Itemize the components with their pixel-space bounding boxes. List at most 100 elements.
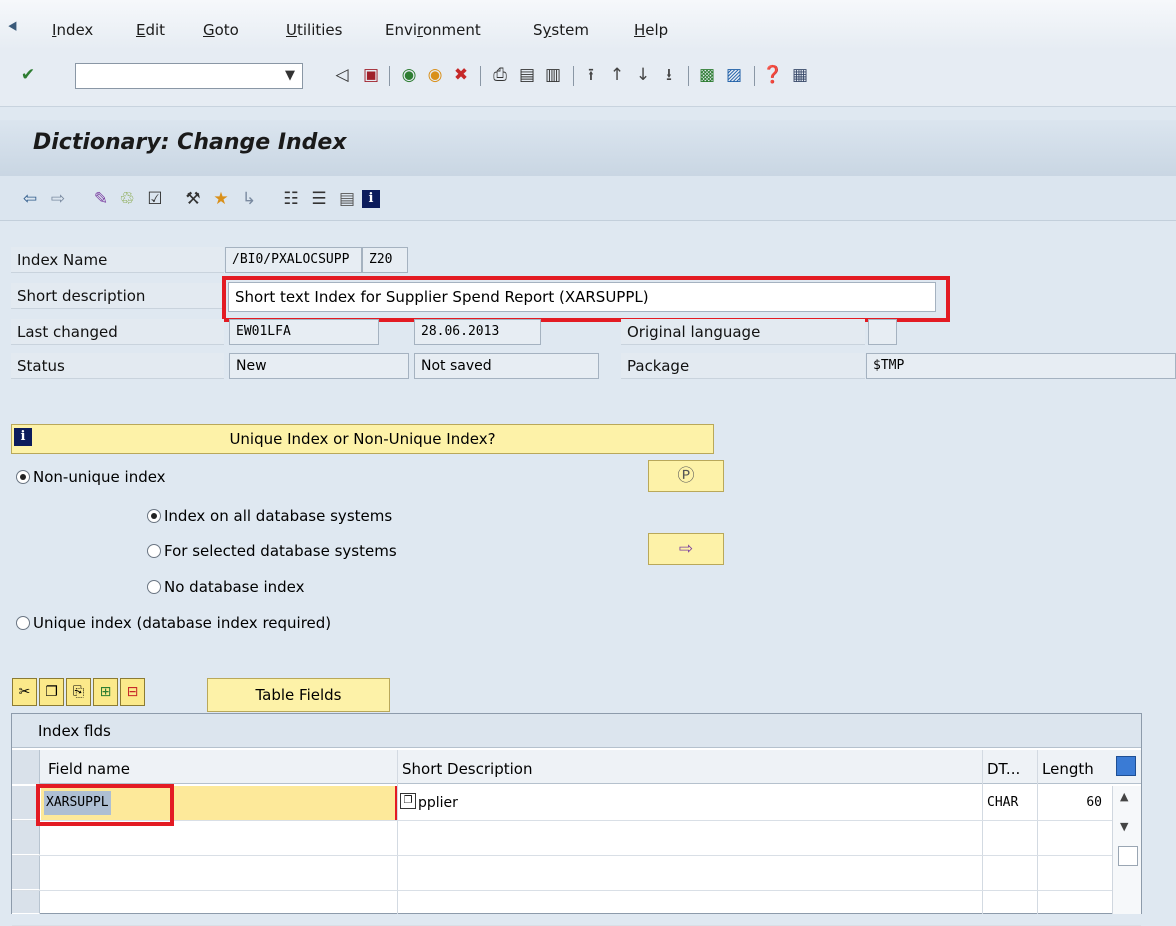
menu-system[interactable]: System bbox=[533, 21, 589, 39]
original-language-label: Original language bbox=[621, 319, 865, 345]
last-changed-label: Last changed bbox=[11, 319, 224, 345]
row-selector[interactable] bbox=[12, 821, 40, 855]
index-table-field: /BI0/PXALOCSUPP bbox=[225, 247, 362, 273]
display-change-icon[interactable]: ✎ bbox=[90, 188, 112, 210]
menu-goto[interactable]: Goto bbox=[203, 21, 239, 39]
next-page-icon[interactable]: ↓ bbox=[632, 64, 654, 86]
help-button[interactable]: Ⓟ bbox=[648, 460, 724, 492]
back-arrow-icon[interactable]: ⇦ bbox=[19, 188, 41, 210]
row-selector[interactable] bbox=[12, 856, 40, 890]
short-description-label: Short description bbox=[11, 283, 224, 309]
col-dt[interactable]: DT... bbox=[987, 750, 1020, 784]
help-icon[interactable]: ❓ bbox=[762, 64, 784, 86]
delete-row-icon[interactable]: ⊟ bbox=[120, 678, 145, 706]
row-selector[interactable] bbox=[12, 891, 40, 914]
status-field: New bbox=[229, 353, 409, 379]
menu-icon[interactable]: ⯇ bbox=[6, 18, 20, 38]
cancel-icon[interactable]: ✖ bbox=[450, 64, 472, 86]
layout-menu-icon[interactable]: ▦ bbox=[789, 64, 811, 86]
column-settings-icon[interactable] bbox=[1116, 756, 1136, 776]
menu-edit[interactable]: Edit bbox=[136, 21, 165, 39]
command-field[interactable] bbox=[75, 63, 303, 89]
last-changed-date: 28.06.2013 bbox=[414, 319, 541, 345]
info-icon[interactable]: i bbox=[362, 190, 380, 208]
other-object-icon[interactable]: ♲ bbox=[116, 188, 138, 210]
radio-non-unique[interactable]: Non-unique index bbox=[16, 466, 166, 488]
toolbar-separator bbox=[573, 66, 574, 86]
select-all-cell[interactable] bbox=[12, 750, 40, 784]
object-list-icon[interactable]: ☰ bbox=[308, 188, 330, 210]
col-short-description[interactable]: Short Description bbox=[402, 750, 532, 784]
menu-help[interactable]: Help bbox=[634, 21, 668, 39]
menu-environment[interactable]: Environment bbox=[385, 21, 481, 39]
radio-no-db[interactable]: No database index bbox=[147, 576, 305, 598]
arrow-right-icon: ⇨ bbox=[678, 539, 694, 559]
toolbar-separator bbox=[480, 66, 481, 86]
short-description-input[interactable]: Short text Index for Supplier Spend Repo… bbox=[228, 282, 936, 312]
hierarchy-icon[interactable]: ☷ bbox=[280, 188, 302, 210]
grid-header bbox=[12, 750, 1141, 784]
shortcut-icon[interactable]: ▨ bbox=[723, 64, 745, 86]
where-used-icon[interactable]: ★ bbox=[210, 188, 232, 210]
chevron-down-icon[interactable]: ▼ bbox=[278, 64, 302, 88]
check-icon[interactable]: ☑ bbox=[144, 188, 166, 210]
original-language-field bbox=[868, 319, 897, 345]
info-bar-text: Unique Index or Non-Unique Index? bbox=[229, 430, 496, 448]
short-description-value: pplier bbox=[418, 795, 458, 811]
table-row bbox=[12, 856, 1141, 891]
package-field: $TMP bbox=[866, 353, 1176, 379]
toolbar-separator bbox=[389, 66, 390, 86]
application-toolbar bbox=[0, 176, 1176, 221]
activate-icon[interactable]: ⚒ bbox=[182, 188, 204, 210]
copy-icon[interactable]: ❐ bbox=[39, 678, 64, 706]
radio-selected-db[interactable]: For selected database systems bbox=[147, 540, 397, 562]
table-row bbox=[12, 821, 1141, 856]
field-name-value: XARSUPPL bbox=[44, 791, 111, 815]
back-icon[interactable]: ◉ bbox=[398, 64, 420, 86]
scroll-up-icon[interactable]: ▲ bbox=[1120, 790, 1128, 803]
save-icon[interactable]: ▣ bbox=[360, 64, 382, 86]
status-label: Status bbox=[11, 353, 224, 379]
dt-value: CHAR bbox=[987, 795, 1019, 810]
page-title: Dictionary: Change Index bbox=[33, 130, 347, 155]
row-selector[interactable] bbox=[12, 786, 40, 820]
navigate-icon[interactable]: ↳ bbox=[238, 188, 260, 210]
paste-icon[interactable]: ⎘ bbox=[66, 678, 91, 706]
scroll-down-icon[interactable]: ▼ bbox=[1120, 820, 1128, 833]
previous-page-icon[interactable]: ↑ bbox=[606, 64, 628, 86]
save-state-field: Not saved bbox=[414, 353, 599, 379]
radio-unique[interactable]: Unique index (database index required) bbox=[16, 612, 331, 634]
toolbar-separator bbox=[688, 66, 689, 86]
find-icon[interactable]: ▤ bbox=[516, 64, 538, 86]
print-icon[interactable]: ⎙ bbox=[489, 64, 511, 86]
length-value: 60 bbox=[1086, 795, 1102, 810]
new-session-icon[interactable]: ▩ bbox=[696, 64, 718, 86]
toolbar-separator bbox=[754, 66, 755, 86]
table-fields-button[interactable]: Table Fields bbox=[207, 678, 390, 712]
collapse-left-icon[interactable]: ◁ bbox=[331, 64, 353, 86]
help-icon: Ⓟ bbox=[677, 466, 695, 486]
menu-index[interactable]: Index bbox=[52, 21, 93, 39]
info-icon: i bbox=[14, 428, 32, 446]
col-length[interactable]: Length bbox=[1042, 750, 1094, 784]
first-page-icon[interactable]: ⭱ bbox=[580, 64, 602, 86]
index-name-label: Index Name bbox=[11, 247, 224, 273]
enter-check-icon[interactable]: ✔ bbox=[17, 64, 39, 86]
cut-icon[interactable]: ✂ bbox=[12, 678, 37, 706]
table-row bbox=[12, 891, 1141, 926]
col-field-name[interactable]: Field name bbox=[48, 750, 130, 784]
insert-row-icon[interactable]: ⊞ bbox=[93, 678, 118, 706]
db-systems-button[interactable]: ⇨ bbox=[648, 533, 724, 565]
find-next-icon[interactable]: ▥ bbox=[542, 64, 564, 86]
exit-icon[interactable]: ◉ bbox=[424, 64, 446, 86]
radio-all-db[interactable]: Index on all database systems bbox=[147, 505, 392, 527]
scroll-page-icon[interactable] bbox=[1118, 846, 1138, 866]
index-id-field: Z20 bbox=[362, 247, 408, 273]
package-label: Package bbox=[621, 353, 865, 379]
menu-utilities[interactable]: Utilities bbox=[286, 21, 342, 39]
grid-title: Index flds bbox=[12, 714, 1141, 748]
value-help-icon[interactable]: ❐ bbox=[400, 793, 416, 809]
forward-arrow-icon[interactable]: ⇨ bbox=[47, 188, 69, 210]
last-page-icon[interactable]: ⭳ bbox=[658, 64, 680, 86]
table-view-icon[interactable]: ▤ bbox=[336, 188, 358, 210]
